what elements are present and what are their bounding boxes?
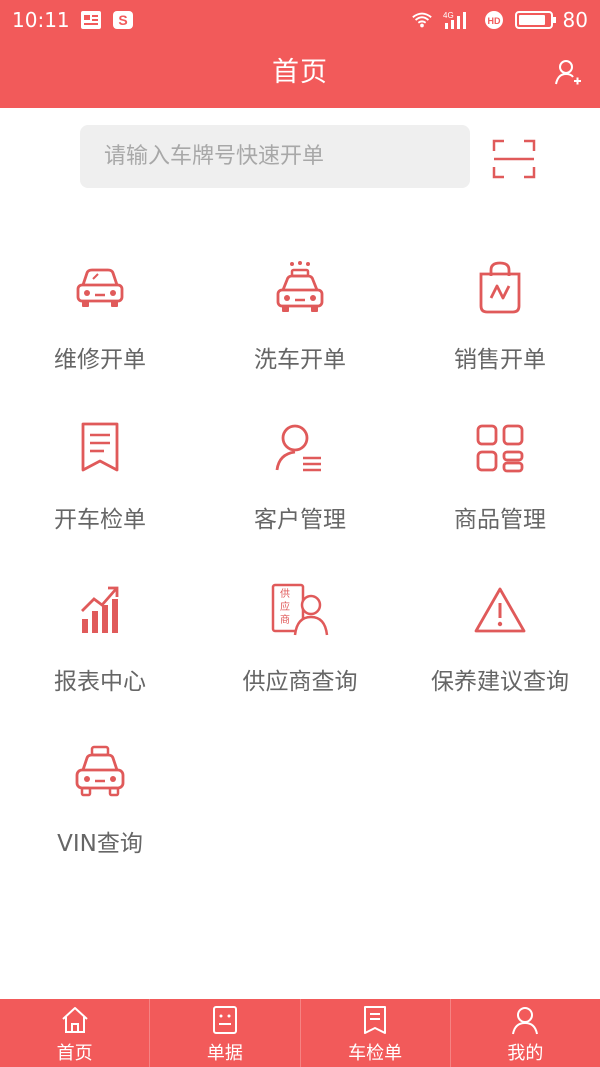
tile-label: 维修开单 bbox=[54, 347, 146, 373]
document-icon bbox=[81, 422, 119, 472]
warning-icon bbox=[474, 587, 526, 633]
tile-label: 开车检单 bbox=[54, 507, 146, 533]
tile-label: 供应商查询 bbox=[242, 669, 358, 695]
supplier-icon: 供 应 商 bbox=[271, 583, 329, 636]
svg-text:商: 商 bbox=[280, 613, 290, 626]
tile-label: VIN查询 bbox=[57, 831, 143, 857]
tile-vin-query[interactable]: VIN查询 bbox=[0, 742, 200, 872]
svg-text:HD: HD bbox=[487, 16, 500, 26]
tile-car-wash-order[interactable]: 洗车开单 bbox=[200, 258, 400, 388]
tile-label: 报表中心 bbox=[54, 669, 146, 695]
tab-label: 单据 bbox=[206, 1043, 243, 1064]
status-bar: 10:11 S 4G HD 80 bbox=[0, 0, 600, 40]
tile-inspection-order[interactable]: 开车检单 bbox=[0, 418, 200, 548]
tile-supplier-query[interactable]: 供 应 商 供应商查询 bbox=[200, 580, 400, 710]
tab-documents[interactable]: 单据 bbox=[150, 999, 301, 1067]
tile-product-management[interactable]: 商品管理 bbox=[400, 418, 600, 548]
home-icon bbox=[61, 1007, 88, 1033]
bottom-tab-bar: 首页 单据 车检单 我的 bbox=[0, 999, 600, 1067]
tile-label: 保养建议查询 bbox=[431, 669, 569, 695]
tab-label: 车检单 bbox=[348, 1043, 403, 1064]
car-wash-icon bbox=[276, 261, 324, 312]
tile-label: 销售开单 bbox=[454, 347, 546, 373]
top-bar: 10:11 S 4G HD 80 首页 bbox=[0, 0, 600, 108]
receipt-icon bbox=[212, 1006, 237, 1034]
hd-icon: HD bbox=[484, 11, 503, 29]
user-icon bbox=[512, 1007, 539, 1035]
shopping-bag-icon bbox=[479, 261, 521, 314]
tab-mine[interactable]: 我的 bbox=[451, 999, 600, 1067]
car-icon bbox=[76, 268, 124, 307]
tile-sales-order[interactable]: 销售开单 bbox=[400, 258, 600, 388]
tile-label: 客户管理 bbox=[254, 507, 346, 533]
svg-text:应: 应 bbox=[280, 600, 290, 613]
tile-label: 商品管理 bbox=[454, 507, 546, 533]
plate-search-input[interactable] bbox=[80, 125, 470, 188]
tab-label: 首页 bbox=[56, 1043, 93, 1064]
app-s-icon: S bbox=[112, 11, 133, 29]
battery-icon bbox=[514, 11, 556, 29]
customer-icon bbox=[275, 424, 321, 472]
grid-apps-icon bbox=[476, 424, 524, 473]
tab-inspection[interactable]: 车检单 bbox=[301, 999, 451, 1067]
tab-label: 我的 bbox=[507, 1043, 544, 1064]
taxi-icon bbox=[75, 745, 125, 797]
tile-maintenance-advice-query[interactable]: 保养建议查询 bbox=[400, 580, 600, 710]
svg-text:S: S bbox=[118, 12, 127, 28]
signal-4g-icon: 4G bbox=[443, 11, 466, 29]
scan-icon[interactable] bbox=[492, 139, 536, 179]
wifi-icon bbox=[411, 12, 432, 28]
tile-customer-management[interactable]: 客户管理 bbox=[200, 418, 400, 548]
checklist-icon bbox=[364, 1006, 387, 1034]
svg-text:供: 供 bbox=[280, 587, 290, 600]
news-icon bbox=[80, 11, 101, 29]
tile-report-center[interactable]: 报表中心 bbox=[0, 580, 200, 710]
tile-label: 洗车开单 bbox=[254, 347, 346, 373]
tab-home[interactable]: 首页 bbox=[0, 999, 151, 1067]
page-title: 首页 bbox=[272, 57, 328, 88]
svg-text:4G: 4G bbox=[443, 11, 454, 20]
battery-level: 80 bbox=[562, 8, 588, 32]
tile-repair-order[interactable]: 维修开单 bbox=[0, 258, 200, 388]
status-time: 10:11 bbox=[12, 8, 70, 32]
add-user-icon[interactable] bbox=[554, 58, 582, 86]
search-row bbox=[0, 125, 600, 189]
chart-icon bbox=[81, 586, 119, 633]
